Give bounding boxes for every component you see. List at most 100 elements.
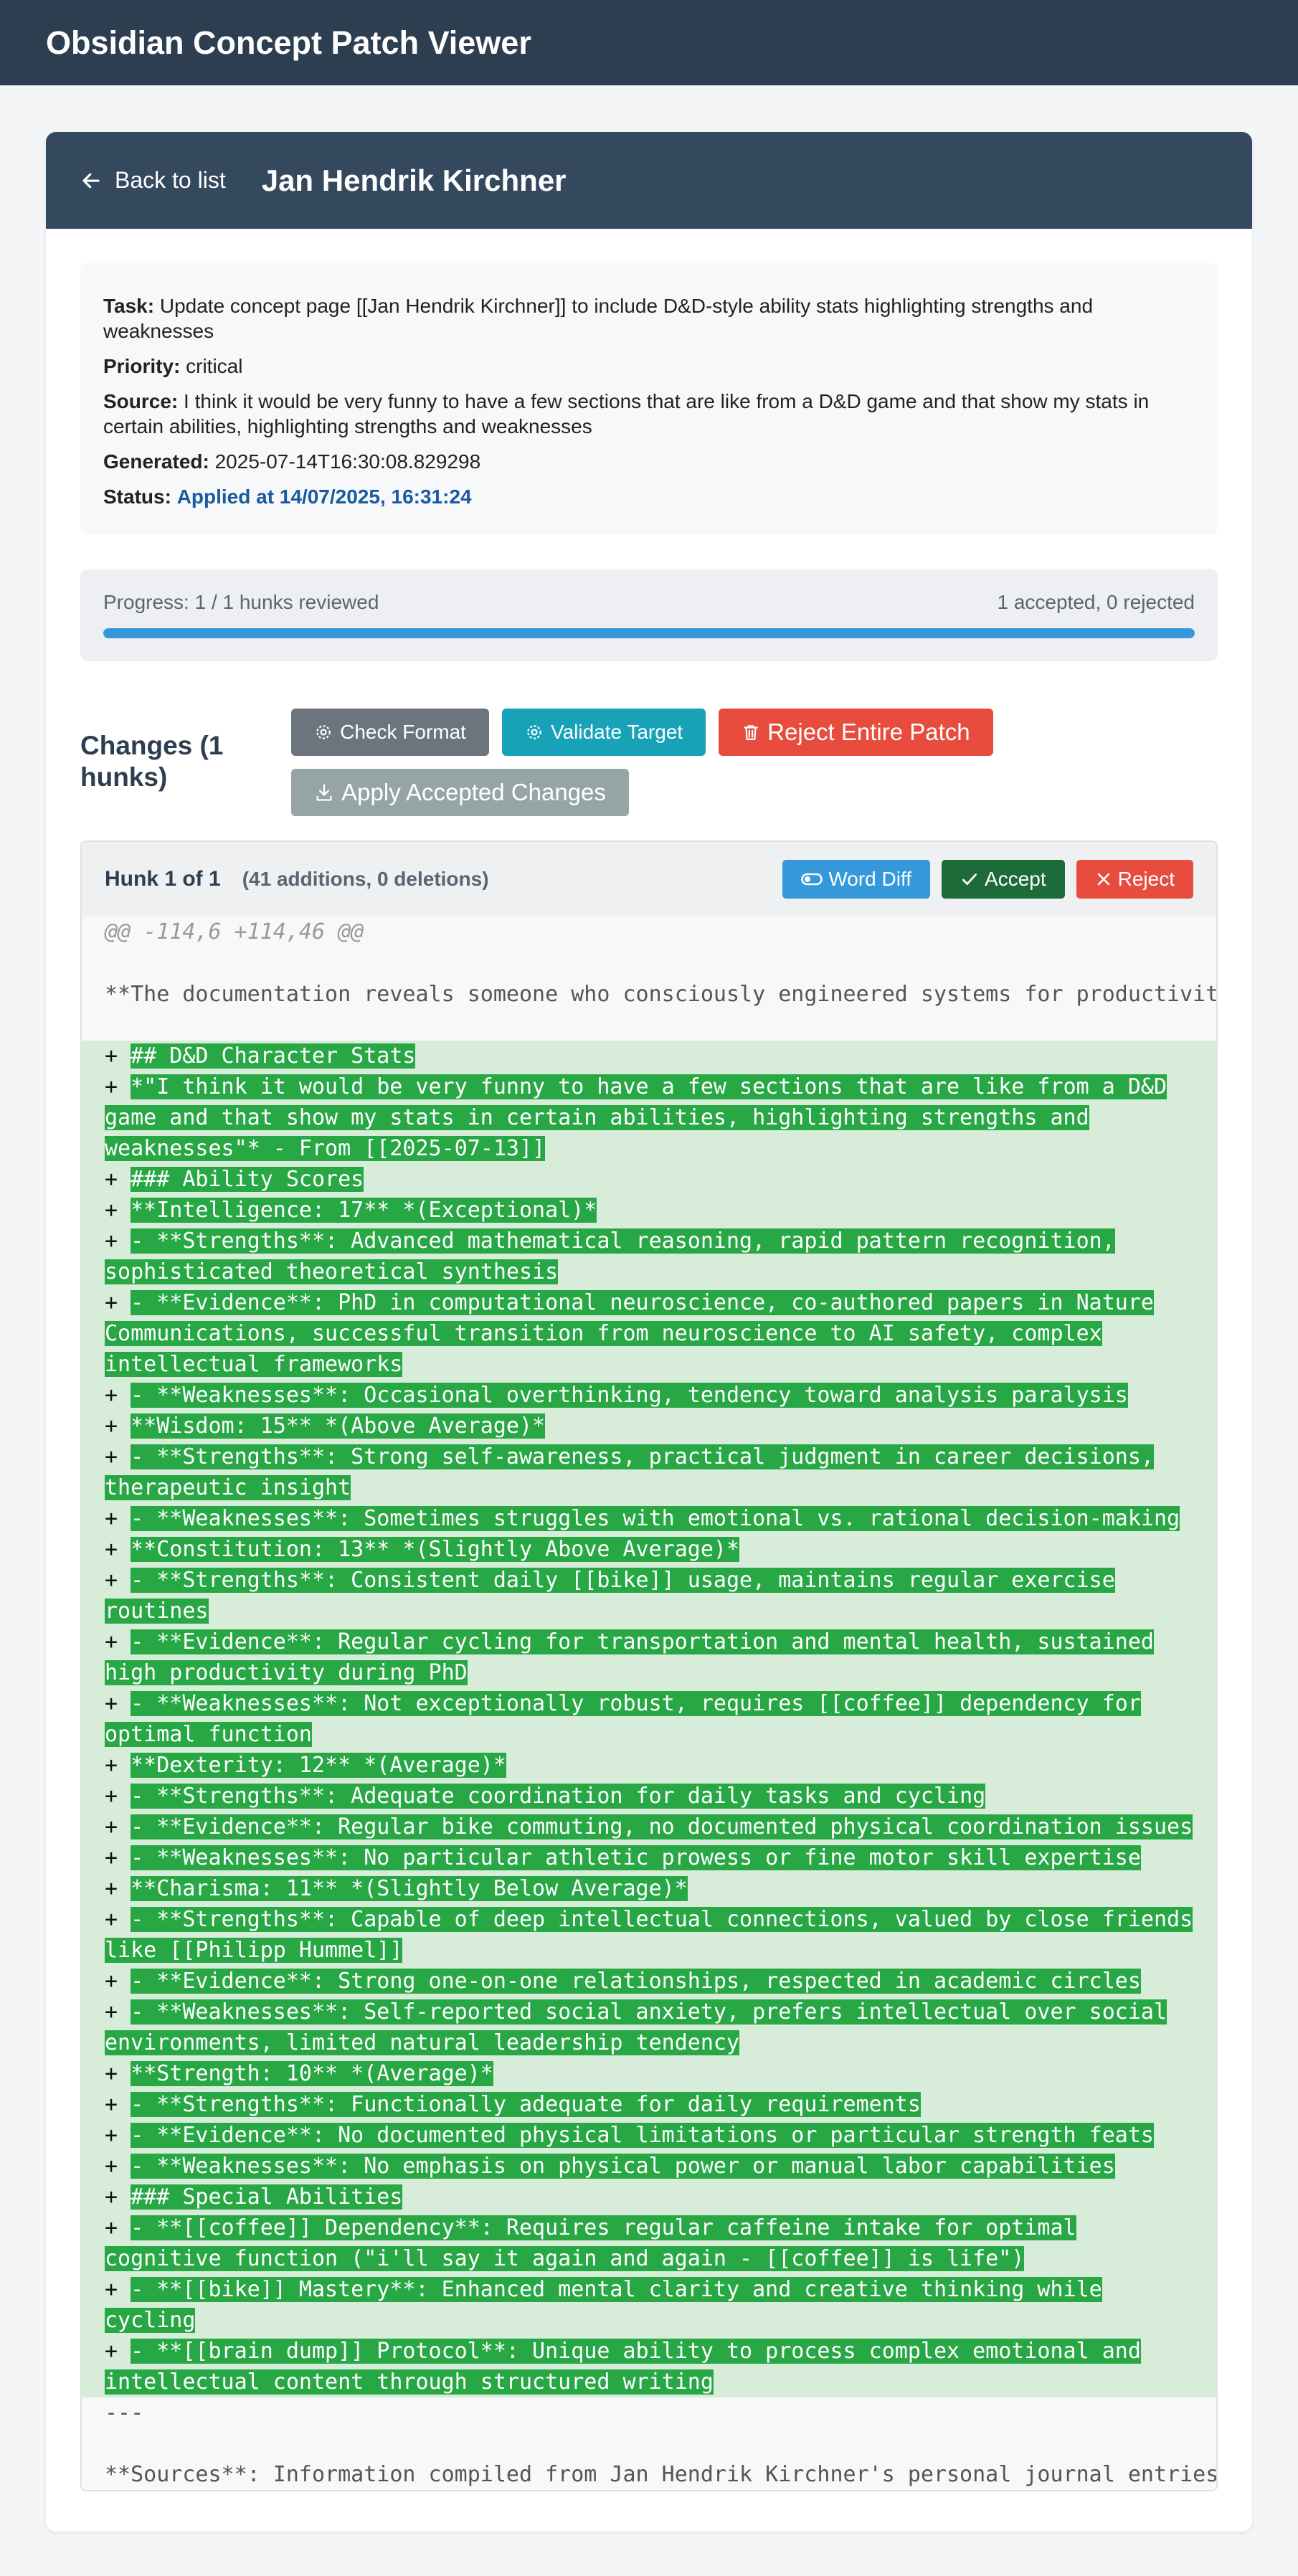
status-value: Applied at 14/07/2025, 16:31:24 bbox=[176, 486, 472, 508]
added-line-text: - **Weaknesses**: No emphasis on physica… bbox=[131, 2154, 1115, 2179]
added-line: + - **Evidence**: No documented physical… bbox=[105, 2120, 1193, 2151]
reject-patch-label: Reject Entire Patch bbox=[767, 719, 970, 745]
added-line-text: - **Weaknesses**: No particular athletic… bbox=[131, 1845, 1141, 1870]
added-line: + **Constitution: 13** *(Slightly Above … bbox=[105, 1534, 1193, 1565]
check-format-button[interactable]: Check Format bbox=[291, 709, 489, 756]
progress-summary: 1 accepted, 0 rejected bbox=[997, 591, 1195, 613]
plus-marker: + bbox=[105, 1228, 131, 1254]
apply-changes-button[interactable]: Apply Accepted Changes bbox=[291, 769, 629, 816]
added-line: + - **Evidence**: PhD in computational n… bbox=[105, 1287, 1193, 1380]
generated-label: Generated: bbox=[103, 450, 209, 473]
priority-value: critical bbox=[186, 355, 243, 377]
plus-marker: + bbox=[105, 1074, 131, 1099]
gear-icon bbox=[527, 725, 541, 739]
added-line: + - **Evidence**: Regular cycling for tr… bbox=[105, 1626, 1193, 1688]
context-blank bbox=[82, 1010, 1216, 1041]
progress-bar-fill bbox=[103, 628, 1195, 638]
added-lines: + ## D&D Character Stats + *"I think it w… bbox=[82, 1041, 1216, 2397]
plus-marker: + bbox=[105, 2215, 131, 2240]
toggle-icon bbox=[801, 873, 823, 886]
plus-marker: + bbox=[105, 1629, 131, 1654]
context-line-after: --- bbox=[82, 2397, 1216, 2428]
added-line: + *"I think it would be very funny to ha… bbox=[105, 1071, 1193, 1164]
added-line-text: - **Evidence**: Strong one-on-one relati… bbox=[131, 1969, 1141, 1994]
back-to-list-button[interactable]: Back to list bbox=[80, 167, 226, 194]
added-line-text: - **Weaknesses**: Sometimes struggles wi… bbox=[131, 1506, 1180, 1531]
added-line-text: ### Special Abilities bbox=[131, 2184, 403, 2210]
added-line: + - **Weaknesses**: Self-reported social… bbox=[105, 1997, 1193, 2058]
plus-marker: + bbox=[105, 1383, 131, 1408]
context-line-before: **The documentation reveals someone who … bbox=[82, 979, 1216, 1010]
added-line: + **Intelligence: 17** *(Exceptional)* bbox=[105, 1195, 1193, 1226]
added-line: + - **Weaknesses**: No particular athlet… bbox=[105, 1842, 1193, 1873]
plus-marker: + bbox=[105, 2339, 131, 2364]
plus-marker: + bbox=[105, 1876, 131, 1901]
context-line-after: **Sources**: Information compiled from J… bbox=[82, 2459, 1216, 2490]
plus-marker: + bbox=[105, 1814, 131, 1839]
plus-marker: + bbox=[105, 1043, 131, 1069]
back-label: Back to list bbox=[115, 167, 226, 193]
added-line: + - **Strengths**: Consistent daily [[bi… bbox=[105, 1565, 1193, 1626]
added-line: + **Strength: 10** *(Average)* bbox=[105, 2058, 1193, 2089]
plus-marker: + bbox=[105, 1907, 131, 1932]
added-line: + - **[[brain dump]] Protocol**: Unique … bbox=[105, 2336, 1193, 2397]
hunk-header: Hunk 1 of 1 (41 additions, 0 deletions) … bbox=[82, 842, 1216, 917]
added-line: + - **Strengths**: Functionally adequate… bbox=[105, 2089, 1193, 2120]
added-line-text: - **Evidence**: PhD in computational neu… bbox=[105, 1290, 1154, 1377]
added-line: + ### Special Abilities bbox=[105, 2182, 1193, 2212]
added-line-text: - **Evidence**: Regular bike commuting, … bbox=[131, 1814, 1193, 1839]
arrow-left-icon bbox=[82, 173, 100, 188]
context-lines-after: --- **Sources**: Information compiled fr… bbox=[82, 2397, 1216, 2490]
added-line-text: - **[[bike]] Mastery**: Enhanced mental … bbox=[105, 2277, 1102, 2333]
plus-marker: + bbox=[105, 2277, 131, 2302]
apply-changes-label: Apply Accepted Changes bbox=[341, 779, 606, 805]
added-line-text: - **[[coffee]] Dependency**: Requires re… bbox=[105, 2215, 1076, 2271]
validate-target-button[interactable]: Validate Target bbox=[501, 709, 706, 756]
added-line: + - **Strengths**: Strong self-awareness… bbox=[105, 1441, 1193, 1503]
added-line-text: - **Strengths**: Advanced mathematical r… bbox=[105, 1228, 1115, 1284]
added-line: + - **Weaknesses**: No emphasis on physi… bbox=[105, 2151, 1193, 2182]
word-diff-label: Word Diff bbox=[828, 868, 912, 890]
plus-marker: + bbox=[105, 2092, 131, 2117]
hunk-title: Hunk 1 of 1 bbox=[105, 867, 221, 891]
word-diff-toggle[interactable]: Word Diff bbox=[782, 860, 931, 899]
context-line-after bbox=[82, 2428, 1216, 2459]
added-line: + ## D&D Character Stats bbox=[105, 1041, 1193, 1071]
added-line-text: - **Strengths**: Strong self-awareness, … bbox=[105, 1444, 1154, 1500]
gear-icon bbox=[316, 725, 331, 739]
accept-hunk-button[interactable]: Accept bbox=[942, 860, 1065, 899]
added-line-text: ### Ability Scores bbox=[131, 1167, 364, 1192]
patch-card: Back to list Jan Hendrik Kirchner Task: … bbox=[46, 132, 1252, 2532]
card-header: Back to list Jan Hendrik Kirchner bbox=[46, 132, 1252, 229]
added-line-text: - **Weaknesses**: Self-reported social a… bbox=[105, 1999, 1167, 2055]
added-line: + **Charisma: 11** *(Slightly Below Aver… bbox=[105, 1873, 1193, 1904]
added-line: + **Dexterity: 12** *(Average)* bbox=[105, 1750, 1193, 1781]
plus-marker: + bbox=[105, 1969, 131, 1994]
task-value: Update concept page [[Jan Hendrik Kirchn… bbox=[103, 295, 1094, 342]
added-line-text: ## D&D Character Stats bbox=[131, 1043, 416, 1069]
progress-label: Progress: 1 / 1 hunks reviewed bbox=[103, 591, 379, 613]
added-line-text: - **Strengths**: Adequate coordination f… bbox=[131, 1784, 986, 1809]
download-icon bbox=[316, 784, 332, 801]
app-title: Obsidian Concept Patch Viewer bbox=[46, 24, 531, 61]
diff-view: @@ -114,6 +114,46 @@ **The documentation… bbox=[82, 917, 1216, 2490]
reject-hunk-button[interactable]: Reject bbox=[1076, 860, 1193, 899]
reject-patch-button[interactable]: Reject Entire Patch bbox=[719, 709, 993, 756]
added-line: + ### Ability Scores bbox=[105, 1164, 1193, 1195]
added-line: + - **Strengths**: Adequate coordination… bbox=[105, 1781, 1193, 1812]
task-label: Task: bbox=[103, 295, 155, 317]
status-label: Status: bbox=[103, 486, 171, 508]
plus-marker: + bbox=[105, 1167, 131, 1192]
added-line-text: *"I think it would be very funny to have… bbox=[105, 1074, 1167, 1161]
added-line-text: **Charisma: 11** *(Slightly Below Averag… bbox=[131, 1876, 688, 1901]
plus-marker: + bbox=[105, 1999, 131, 2025]
plus-marker: + bbox=[105, 2061, 131, 2086]
app-header: Obsidian Concept Patch Viewer bbox=[0, 0, 1298, 85]
added-line-text: **Constitution: 13** *(Slightly Above Av… bbox=[131, 1537, 740, 1562]
progress-panel: Progress: 1 / 1 hunks reviewed 1 accepte… bbox=[80, 569, 1218, 661]
added-line-text: - **Strengths**: Capable of deep intelle… bbox=[105, 1907, 1193, 1963]
added-line-text: - **Evidence**: Regular cycling for tran… bbox=[105, 1629, 1154, 1685]
added-line: + - **Evidence**: Strong one-on-one rela… bbox=[105, 1966, 1193, 1997]
validate-target-label: Validate Target bbox=[550, 721, 683, 743]
plus-marker: + bbox=[105, 1568, 131, 1593]
